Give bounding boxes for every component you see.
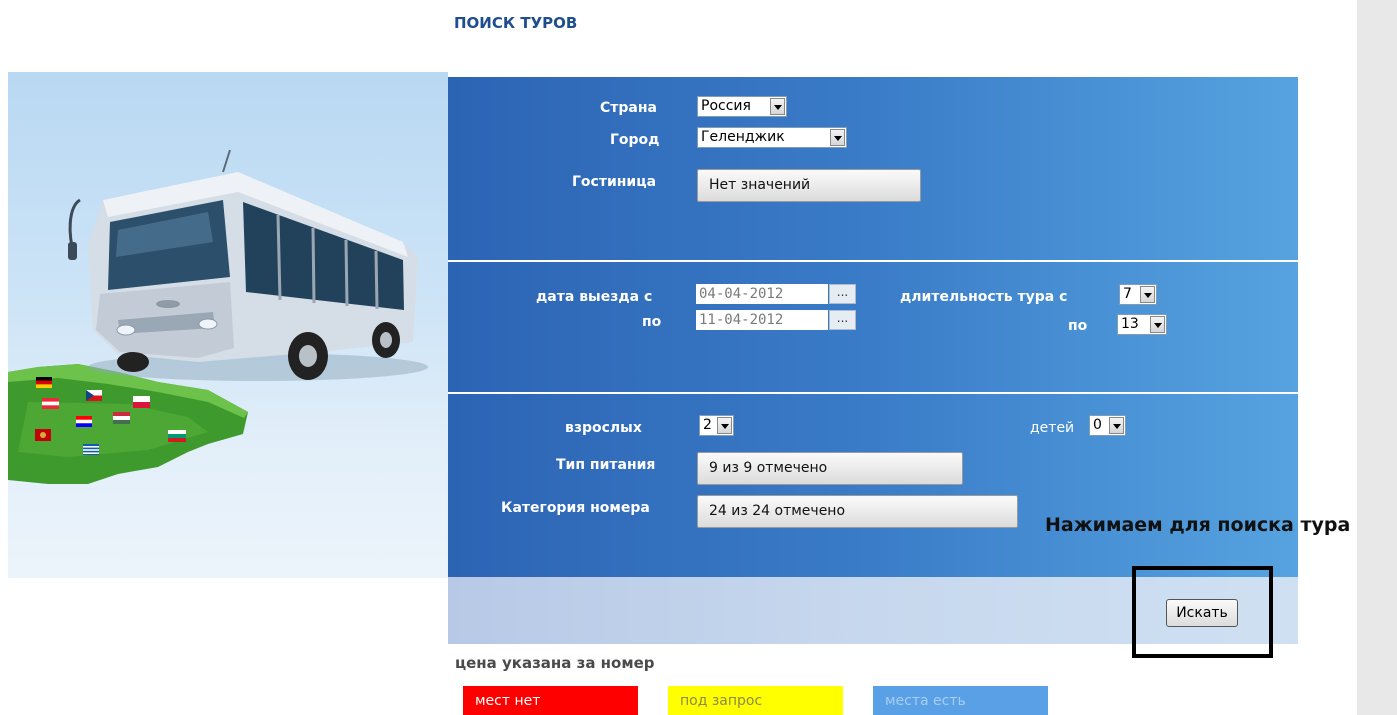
duration-from-value: 7 bbox=[1123, 286, 1132, 302]
children-select[interactable]: 0 bbox=[1089, 415, 1126, 436]
annotation-text: Нажимаем для поиска тура bbox=[1045, 514, 1351, 536]
chevron-down-icon bbox=[830, 129, 845, 146]
country-label: Страна bbox=[600, 100, 657, 116]
departure-to-label: по bbox=[642, 314, 662, 330]
country-value: Россия bbox=[701, 98, 751, 114]
bus-illustration bbox=[8, 72, 448, 578]
dates-panel bbox=[448, 262, 1298, 392]
adults-select[interactable]: 2 bbox=[699, 415, 734, 436]
price-note: цена указана за номер bbox=[455, 654, 655, 672]
duration-to-label: по bbox=[1068, 318, 1088, 334]
chevron-down-icon bbox=[1150, 316, 1165, 333]
page-scrollbar[interactable] bbox=[1357, 0, 1397, 715]
page-title: ПОИСК ТУРОВ bbox=[454, 14, 578, 32]
departure-to-calendar-button[interactable]: ... bbox=[829, 310, 856, 330]
country-select[interactable]: Россия bbox=[697, 96, 787, 117]
legend-available: места есть bbox=[873, 686, 1048, 715]
adults-label: взрослых bbox=[565, 420, 642, 436]
departure-from-input[interactable] bbox=[696, 284, 828, 304]
chevron-down-icon bbox=[1140, 286, 1155, 303]
room-category-label: Категория номера bbox=[501, 500, 650, 516]
hotel-multiselect[interactable]: Нет значений bbox=[697, 169, 921, 202]
legend-on-request: под запрос bbox=[668, 686, 843, 715]
chevron-down-icon bbox=[1109, 417, 1124, 434]
departure-from-label: дата выезда с bbox=[536, 289, 653, 305]
duration-from-select[interactable]: 7 bbox=[1119, 284, 1157, 305]
duration-from-label: длительность тура с bbox=[900, 289, 1068, 305]
city-label: Город bbox=[610, 132, 660, 148]
chevron-down-icon bbox=[717, 417, 732, 434]
bus-map-image bbox=[8, 149, 428, 484]
duration-to-value: 13 bbox=[1121, 316, 1139, 332]
departure-to-input[interactable] bbox=[696, 310, 828, 330]
duration-to-select[interactable]: 13 bbox=[1117, 314, 1167, 335]
departure-from-calendar-button[interactable]: ... bbox=[829, 284, 856, 304]
adults-value: 2 bbox=[703, 417, 712, 433]
hotel-label: Гостиница bbox=[572, 174, 657, 190]
meal-type-label: Тип питания bbox=[556, 457, 656, 473]
children-label: детей bbox=[1030, 420, 1075, 436]
chevron-down-icon bbox=[770, 98, 785, 115]
meal-type-multiselect[interactable]: 9 из 9 отмечено bbox=[697, 452, 963, 485]
search-button[interactable]: Искать bbox=[1166, 599, 1238, 627]
legend-no-places: мест нет bbox=[463, 686, 638, 715]
city-value: Геленджик bbox=[701, 129, 785, 145]
room-category-multiselect[interactable]: 24 из 24 отмечено bbox=[697, 495, 1018, 528]
children-value: 0 bbox=[1093, 417, 1102, 433]
city-select[interactable]: Геленджик bbox=[697, 127, 847, 148]
